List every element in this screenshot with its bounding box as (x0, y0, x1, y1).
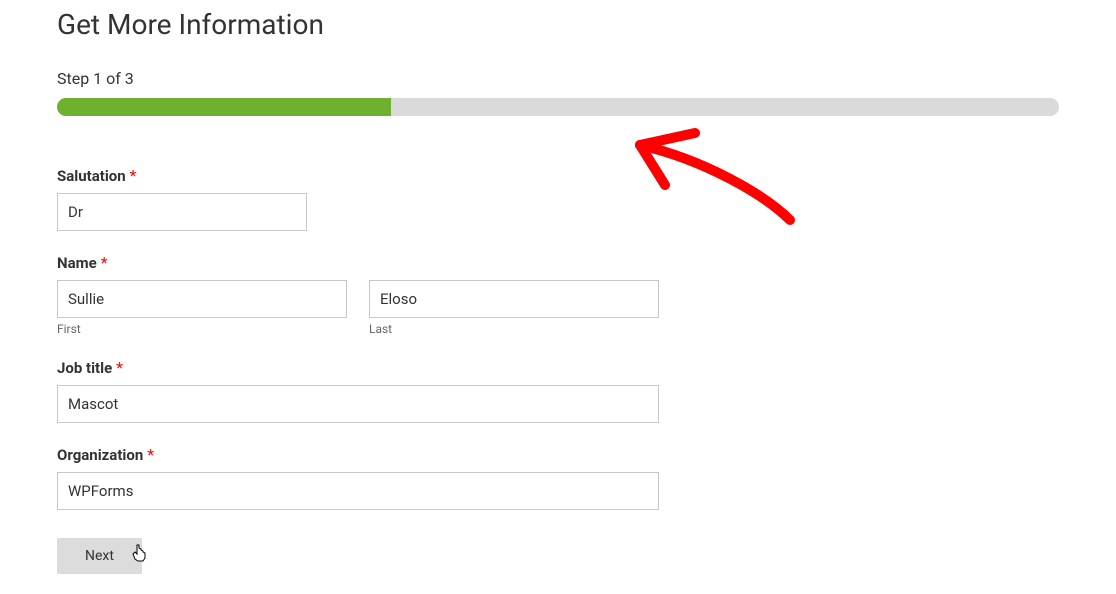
next-button[interactable]: Next (57, 538, 142, 574)
progress-fill (57, 98, 391, 116)
required-mark: * (147, 445, 154, 464)
page-title: Get More Information (57, 8, 1116, 41)
step-indicator: Step 1 of 3 (57, 69, 1116, 88)
job-title-input[interactable] (57, 385, 659, 423)
first-name-input[interactable] (57, 280, 347, 318)
first-name-col: First (57, 280, 347, 336)
name-label-text: Name (57, 254, 97, 272)
name-field-group: Name * First Last (57, 253, 1116, 336)
name-row: First Last (57, 280, 1116, 336)
required-mark: * (101, 253, 108, 272)
salutation-input[interactable] (57, 193, 307, 231)
job-title-label-text: Job title (57, 359, 112, 377)
required-mark: * (116, 358, 123, 377)
salutation-field-group: Salutation * (57, 166, 1116, 231)
last-name-input[interactable] (369, 280, 659, 318)
organization-field-group: Organization * (57, 445, 1116, 510)
salutation-label-text: Salutation (57, 167, 126, 185)
name-label: Name * (57, 253, 108, 272)
salutation-label: Salutation * (57, 166, 137, 185)
required-mark: * (130, 166, 137, 185)
organization-input[interactable] (57, 472, 659, 510)
job-title-label: Job title * (57, 358, 123, 377)
last-name-col: Last (369, 280, 659, 336)
last-name-sublabel: Last (369, 322, 659, 336)
job-title-field-group: Job title * (57, 358, 1116, 423)
organization-label: Organization * (57, 445, 154, 464)
organization-label-text: Organization (57, 446, 143, 464)
first-name-sublabel: First (57, 322, 347, 336)
progress-bar (57, 98, 1059, 116)
